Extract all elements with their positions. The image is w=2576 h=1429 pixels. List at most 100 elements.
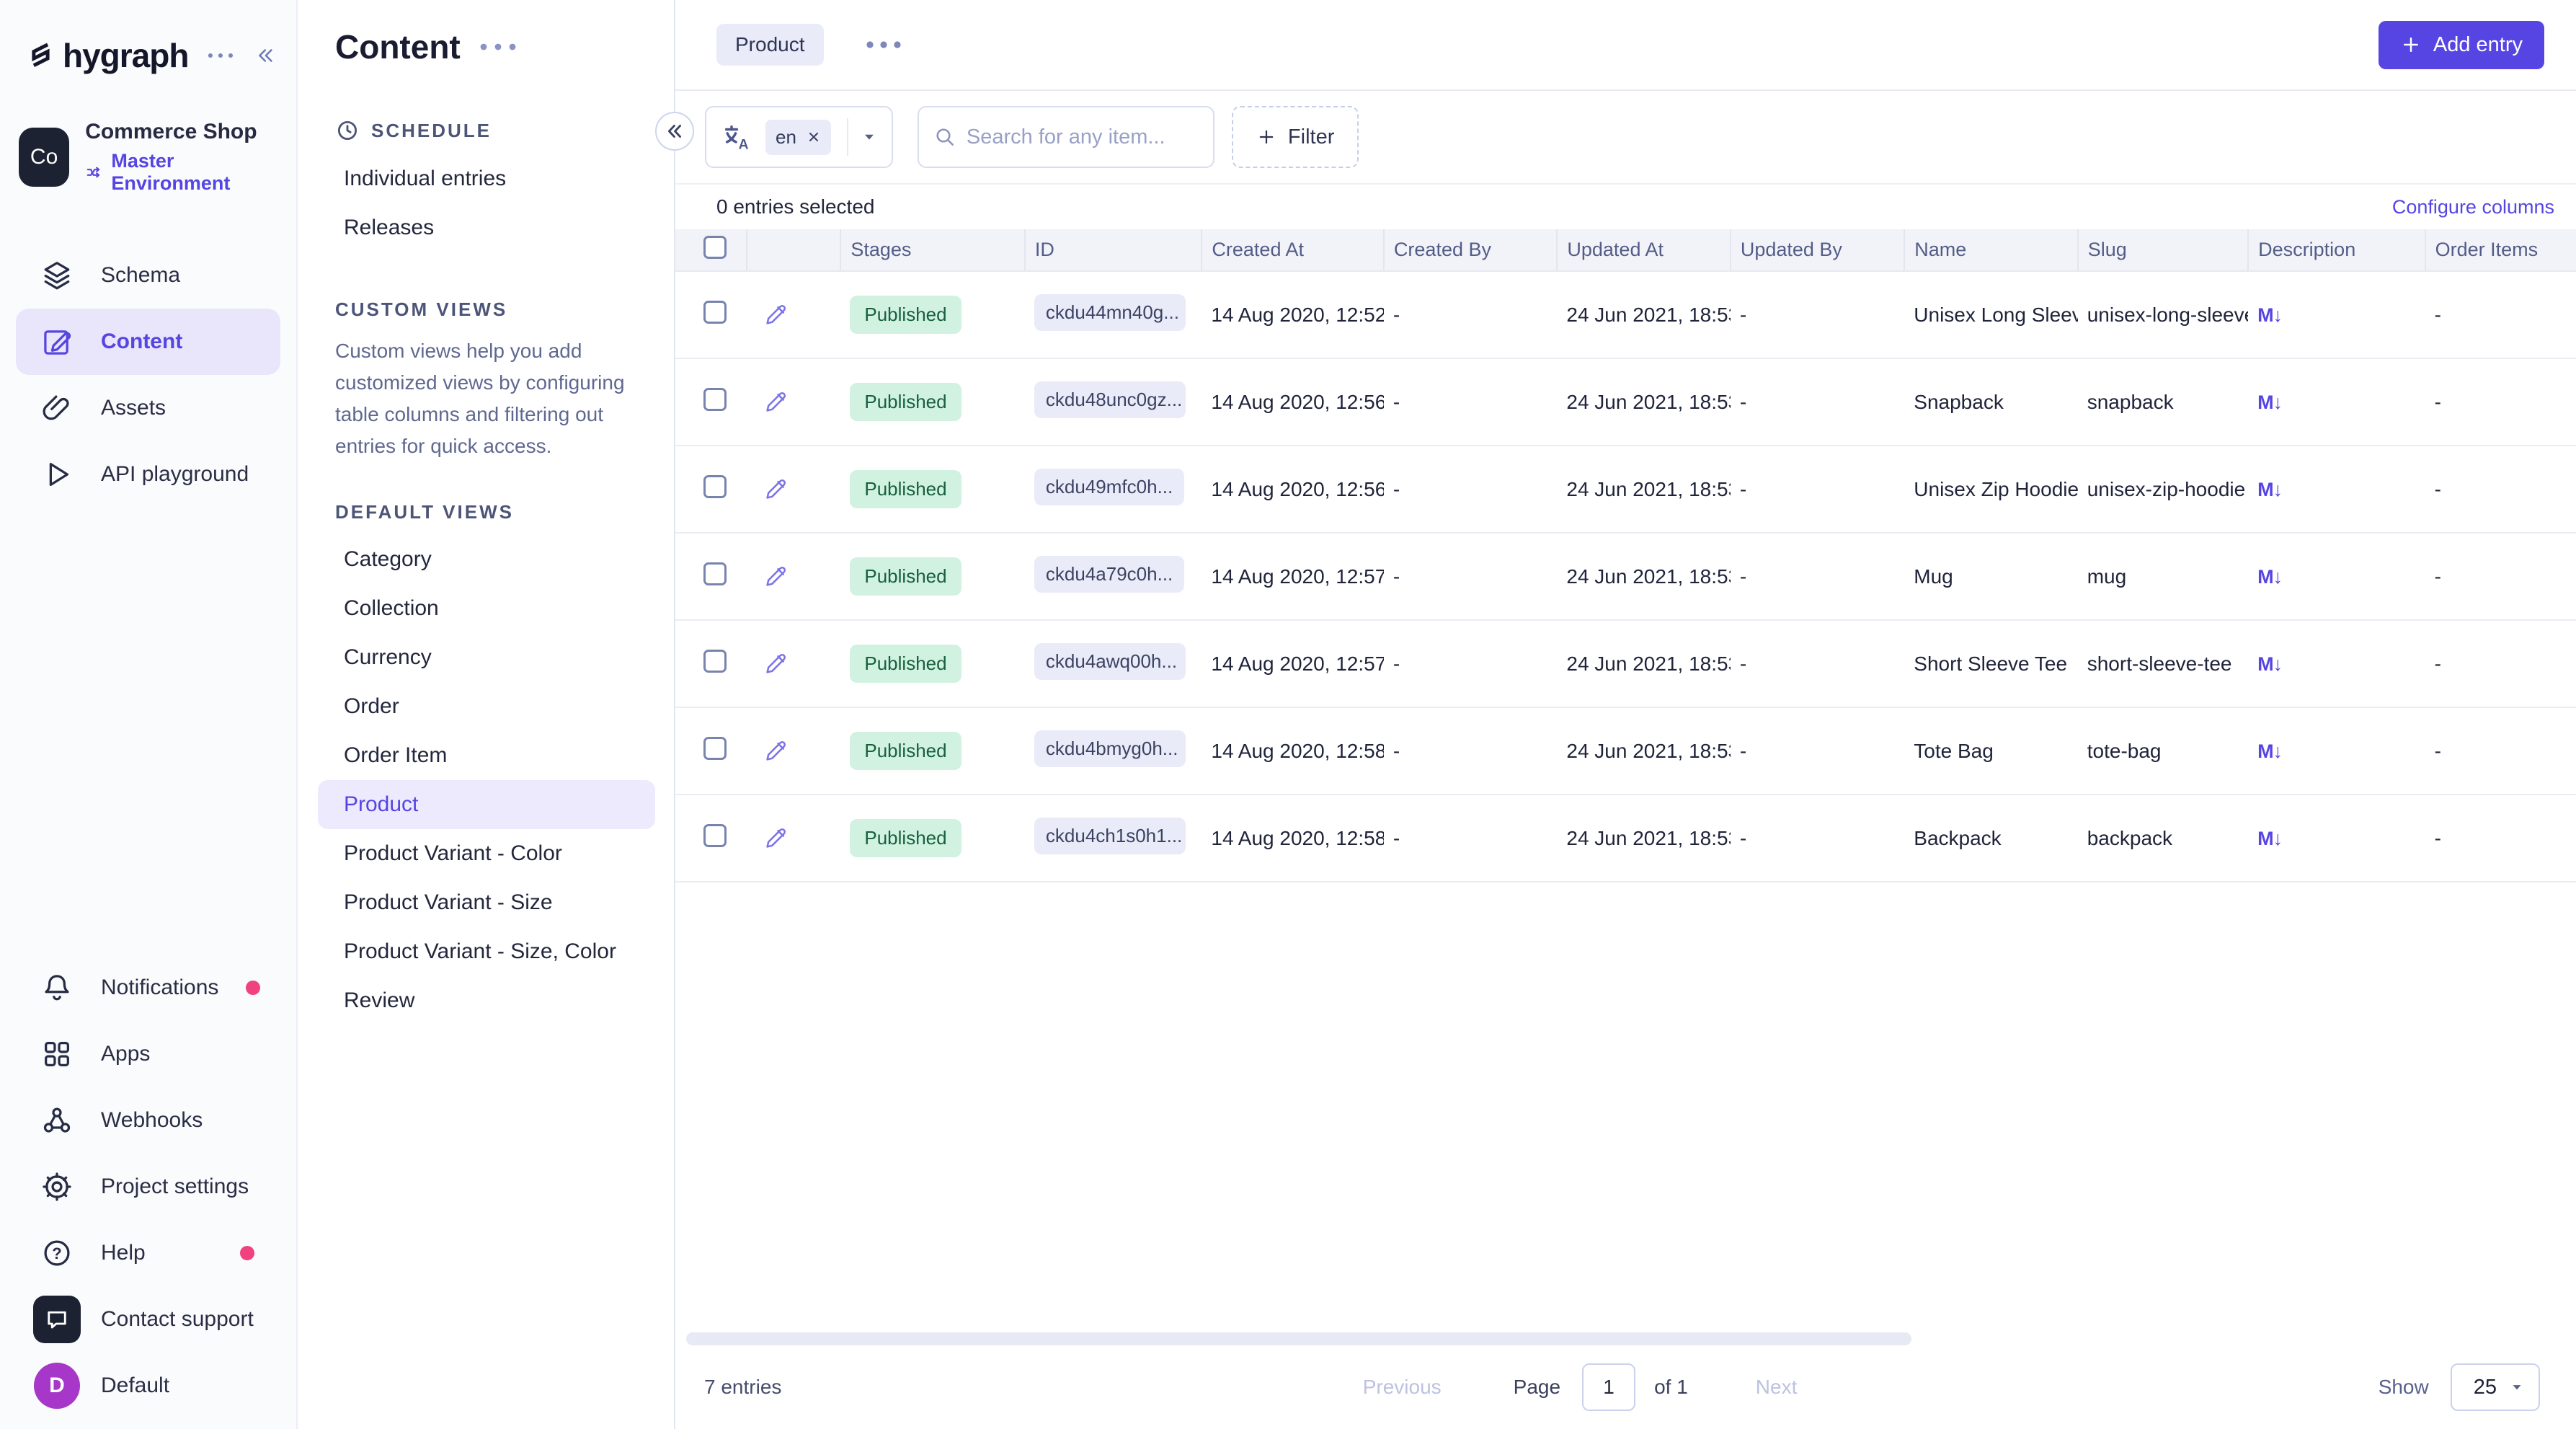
hygraph-logo-icon xyxy=(29,33,53,78)
sidebar-item-user-default[interactable]: D Default xyxy=(0,1353,296,1419)
select-all-checkbox[interactable] xyxy=(703,236,727,259)
sidebar-item-project-settings[interactable]: Project settings xyxy=(0,1154,296,1220)
content-menu-icon[interactable] xyxy=(479,43,517,51)
add-entry-button[interactable]: Add entry xyxy=(2379,21,2544,69)
column-header-created-at[interactable]: Created At xyxy=(1202,229,1384,271)
workspace-switcher[interactable]: Co Commerce Shop Master Environment xyxy=(19,120,275,195)
entry-id-chip[interactable]: ckdu4awq00h... xyxy=(1034,643,1186,680)
page-number-input[interactable] xyxy=(1582,1363,1635,1411)
column-header-id[interactable]: ID xyxy=(1025,229,1202,271)
column-header-name[interactable]: Name xyxy=(1904,229,2077,271)
view-item-product-variant-color[interactable]: Product Variant - Color xyxy=(298,829,674,878)
column-header-description[interactable]: Description xyxy=(2248,229,2425,271)
translate-icon: A xyxy=(721,121,752,153)
entry-id-chip[interactable]: ckdu4bmyg0h... xyxy=(1034,730,1186,767)
workspace-avatar: Co xyxy=(19,128,69,187)
sidebar-item-label: Assets xyxy=(101,396,166,420)
schedule-item-releases[interactable]: Releases xyxy=(298,203,674,252)
entry-id-chip[interactable]: ckdu4ch1s0h1... xyxy=(1034,818,1186,854)
add-filter-button[interactable]: Filter xyxy=(1232,106,1359,168)
schedule-item-individual-entries[interactable]: Individual entries xyxy=(298,154,674,203)
remove-locale-icon[interactable] xyxy=(807,130,821,144)
column-header-created-by[interactable]: Created By xyxy=(1384,229,1557,271)
row-checkbox[interactable] xyxy=(703,824,727,847)
column-header-updated-by[interactable]: Updated By xyxy=(1731,229,1904,271)
edit-entry-icon[interactable] xyxy=(762,738,789,765)
table-row[interactable]: Published ckdu4a79c0h... 14 Aug 2020, 12… xyxy=(675,533,2576,620)
edit-square-icon xyxy=(40,325,74,358)
edit-entry-icon[interactable] xyxy=(762,563,789,590)
next-page-button[interactable]: Next xyxy=(1756,1376,1798,1399)
view-item-review[interactable]: Review xyxy=(298,976,674,1025)
view-options-icon[interactable] xyxy=(866,40,902,49)
sidebar-item-notifications[interactable]: Notifications xyxy=(0,955,296,1021)
view-item-category[interactable]: Category xyxy=(298,535,674,584)
edit-entry-icon[interactable] xyxy=(762,389,789,416)
sidebar-item-label: Webhooks xyxy=(101,1108,203,1133)
search-input[interactable] xyxy=(967,125,1199,149)
edit-entry-icon[interactable] xyxy=(762,650,789,678)
page-title: Content xyxy=(335,27,461,66)
sidebar-item-api-playground[interactable]: API playground xyxy=(0,441,296,508)
entry-id-chip[interactable]: ckdu49mfc0h... xyxy=(1034,469,1184,505)
row-checkbox[interactable] xyxy=(703,562,727,585)
page-size-select[interactable]: 25 xyxy=(2451,1363,2540,1411)
view-item-currency[interactable]: Currency xyxy=(298,633,674,682)
entries-table-wrap: Stages ID Created At Created By Updated … xyxy=(675,229,2576,1332)
table-row[interactable]: Published ckdu48unc0gz... 14 Aug 2020, 1… xyxy=(675,358,2576,446)
order-items-cell: - xyxy=(2425,620,2576,707)
view-item-collection[interactable]: Collection xyxy=(298,584,674,633)
svg-text:?: ? xyxy=(52,1244,61,1262)
table-row[interactable]: Published ckdu44mn40g... 14 Aug 2020, 12… xyxy=(675,271,2576,358)
row-checkbox[interactable] xyxy=(703,650,727,673)
collapse-panel-button[interactable] xyxy=(655,112,694,151)
order-items-cell: - xyxy=(2425,707,2576,795)
scrollbar-thumb[interactable] xyxy=(686,1332,1911,1345)
view-item-order-item[interactable]: Order Item xyxy=(298,731,674,780)
row-checkbox[interactable] xyxy=(703,301,727,324)
view-chip[interactable]: Product xyxy=(716,24,824,66)
column-header-order-items[interactable]: Order Items xyxy=(2425,229,2576,271)
table-row[interactable]: Published ckdu4ch1s0h1... 14 Aug 2020, 1… xyxy=(675,795,2576,882)
stage-badge: Published xyxy=(850,819,961,857)
environment-selector[interactable]: Master Environment xyxy=(85,150,275,195)
table-row[interactable]: Published ckdu4bmyg0h... 14 Aug 2020, 12… xyxy=(675,707,2576,795)
sidebar-item-apps[interactable]: Apps xyxy=(0,1021,296,1087)
table-row[interactable]: Published ckdu4awq00h... 14 Aug 2020, 12… xyxy=(675,620,2576,707)
column-header-slug[interactable]: Slug xyxy=(2078,229,2248,271)
sidebar-item-contact-support[interactable]: Contact support xyxy=(0,1286,296,1353)
locale-select[interactable]: A en xyxy=(705,106,893,168)
workspace-menu-icon[interactable] xyxy=(207,50,234,61)
entry-id-chip[interactable]: ckdu44mn40g... xyxy=(1034,294,1186,331)
view-item-product-variant-size[interactable]: Product Variant - Size xyxy=(298,878,674,927)
column-header-updated-at[interactable]: Updated At xyxy=(1557,229,1730,271)
sidebar-item-content[interactable]: Content xyxy=(16,309,280,375)
row-checkbox[interactable] xyxy=(703,737,727,760)
configure-columns-link[interactable]: Configure columns xyxy=(2392,196,2554,218)
previous-page-button[interactable]: Previous xyxy=(1363,1376,1442,1399)
sidebar-item-help[interactable]: ? Help xyxy=(0,1220,296,1286)
slug-cell: short-sleeve-tee xyxy=(2078,620,2248,707)
view-item-product[interactable]: Product xyxy=(318,780,655,829)
view-item-product-variant-size-color[interactable]: Product Variant - Size, Color xyxy=(298,927,674,976)
edit-entry-icon[interactable] xyxy=(762,825,789,852)
entry-id-chip[interactable]: ckdu48unc0gz... xyxy=(1034,381,1186,418)
edit-entry-icon[interactable] xyxy=(762,301,789,329)
stage-badge: Published xyxy=(850,557,961,596)
view-item-order[interactable]: Order xyxy=(298,682,674,731)
table-row[interactable]: Published ckdu49mfc0h... 14 Aug 2020, 12… xyxy=(675,446,2576,533)
sidebar-item-assets[interactable]: Assets xyxy=(0,375,296,441)
slug-cell: tote-bag xyxy=(2078,707,2248,795)
entry-id-chip[interactable]: ckdu4a79c0h... xyxy=(1034,556,1184,593)
locale-chip: en xyxy=(765,120,831,155)
row-checkbox[interactable] xyxy=(703,475,727,498)
sidebar-item-label: API playground xyxy=(101,462,249,487)
edit-entry-icon[interactable] xyxy=(762,476,789,503)
updated-by-cell: - xyxy=(1731,707,1904,795)
sidebar-item-webhooks[interactable]: Webhooks xyxy=(0,1087,296,1154)
sidebar-item-schema[interactable]: Schema xyxy=(0,242,296,309)
column-header-stages[interactable]: Stages xyxy=(840,229,1025,271)
row-checkbox[interactable] xyxy=(703,388,727,411)
collapse-sidebar-icon[interactable] xyxy=(256,40,275,71)
order-items-cell: - xyxy=(2425,271,2576,358)
